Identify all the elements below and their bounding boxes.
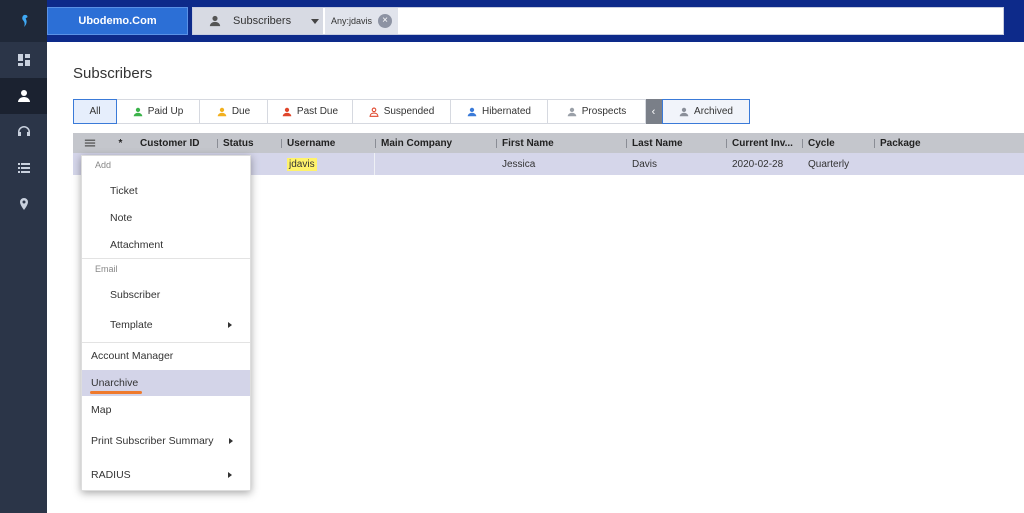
search-scope-label: Subscribers: [233, 15, 292, 27]
sidebar-item-support[interactable]: [0, 114, 47, 150]
user-icon: [217, 107, 227, 116]
column-header-first-name[interactable]: First Name: [496, 133, 626, 153]
chevron-down-icon: [311, 19, 319, 24]
app-logo[interactable]: [0, 0, 47, 42]
tab-paid-up[interactable]: Paid Up: [117, 99, 200, 124]
cell-username: jdavis: [281, 153, 375, 175]
tab-label: Due: [231, 106, 251, 117]
cell-last-name: Davis: [632, 158, 658, 170]
logo-icon: [21, 14, 27, 27]
menu-divider: [82, 258, 250, 259]
row-context-menu: Add Ticket Note Attachment Email Subscri…: [81, 155, 251, 491]
sidebar-item-map[interactable]: [0, 186, 47, 222]
chevron-right-icon: [229, 438, 233, 444]
cell-current-invoice: 2020-02-28: [732, 158, 784, 170]
tab-label: Past Due: [296, 106, 339, 117]
user-icon: [467, 107, 477, 116]
search-input[interactable]: [398, 8, 1003, 34]
tab-label: Paid Up: [147, 106, 184, 117]
cell-cycle: Quarterly: [808, 158, 850, 170]
search-scope-select[interactable]: Subscribers: [193, 8, 323, 34]
tab-label: Prospects: [581, 106, 627, 117]
cell-package: [874, 153, 974, 175]
sidebar-item-dashboard[interactable]: [0, 42, 47, 78]
page-title: Subscribers: [73, 65, 153, 82]
menu-item-label: Unarchive: [91, 377, 139, 389]
hamburger-icon: [84, 139, 96, 147]
tab-label: Archived: [694, 106, 733, 117]
grid-header: * Customer ID Status Username Main Compa…: [73, 133, 1024, 153]
menu-section-add: Add: [95, 160, 112, 170]
column-header-package[interactable]: Package: [874, 133, 974, 153]
left-sidebar: [0, 0, 47, 513]
column-header-customer-id[interactable]: Customer ID: [134, 133, 217, 153]
column-header-username[interactable]: Username: [281, 133, 375, 153]
column-header-status[interactable]: Status: [217, 133, 281, 153]
tab-suspended[interactable]: Suspended: [353, 99, 451, 124]
tab-label: Hibernated: [482, 106, 531, 117]
chevron-right-icon: [228, 322, 232, 328]
menu-item-label: Template: [110, 319, 153, 331]
cell-main-company: [375, 153, 496, 175]
menu-item-account-manager[interactable]: Account Manager: [82, 343, 250, 369]
search-bar: Subscribers Any:jdavis ×: [192, 7, 1004, 35]
search-filter-chip: Any:jdavis ×: [325, 8, 399, 34]
user-icon: [17, 90, 30, 102]
user-outline-icon: [369, 107, 379, 117]
status-filter-tabs: All Paid Up Due Past Due Suspended Hiber…: [73, 99, 750, 124]
column-header-current-invoice[interactable]: Current Inv...: [726, 133, 802, 153]
column-header-cycle[interactable]: Cycle: [802, 133, 874, 153]
menu-item-ticket[interactable]: Ticket: [82, 178, 250, 204]
top-bar: Ubodemo.Com Subscribers Any:jdavis ×: [47, 0, 1024, 42]
tab-all[interactable]: All: [73, 99, 117, 124]
company-button[interactable]: Ubodemo.Com: [47, 7, 188, 35]
column-header-star[interactable]: *: [107, 133, 134, 153]
tab-past-due[interactable]: Past Due: [268, 99, 353, 124]
tab-label: Suspended: [383, 106, 435, 117]
menu-item-attachment[interactable]: Attachment: [82, 232, 250, 258]
sidebar-item-lists[interactable]: [0, 150, 47, 186]
user-icon: [282, 107, 292, 116]
menu-item-radius[interactable]: RADIUS: [82, 462, 250, 488]
headset-icon: [17, 126, 30, 136]
annotation-underline: [90, 391, 142, 394]
menu-item-unarchive[interactable]: Unarchive: [82, 370, 250, 396]
menu-item-label: Print Subscriber Summary: [91, 435, 214, 447]
tab-hibernated[interactable]: Hibernated: [451, 99, 548, 124]
column-menu-button[interactable]: [73, 133, 107, 153]
chevron-right-icon: [228, 472, 232, 478]
tab-label: All: [89, 106, 101, 117]
menu-section-email: Email: [95, 264, 118, 274]
column-header-main-company[interactable]: Main Company: [375, 133, 496, 153]
user-icon: [679, 107, 689, 116]
user-icon: [209, 15, 221, 27]
menu-item-note[interactable]: Note: [82, 205, 250, 231]
menu-item-label: RADIUS: [91, 469, 131, 481]
close-icon[interactable]: ×: [378, 14, 393, 28]
user-icon: [133, 107, 142, 116]
menu-item-print-summary[interactable]: Print Subscriber Summary: [82, 428, 250, 454]
dashboard-icon: [17, 54, 30, 66]
column-header-last-name[interactable]: Last Name: [626, 133, 726, 153]
username-highlight: jdavis: [287, 157, 317, 171]
menu-item-email-subscriber[interactable]: Subscriber: [82, 282, 250, 308]
list-icon: [17, 163, 30, 173]
map-pin-icon: [19, 198, 28, 210]
sidebar-item-subscribers[interactable]: [0, 78, 47, 114]
menu-item-email-template[interactable]: Template: [82, 312, 250, 338]
search-filter-chip-label: Any:jdavis: [331, 16, 373, 26]
menu-item-map[interactable]: Map: [82, 397, 250, 423]
chevron-left-icon: ‹: [651, 105, 656, 118]
tab-archived[interactable]: Archived: [662, 99, 750, 124]
cell-first-name: Jessica: [502, 158, 536, 170]
tabs-scroll-left-button[interactable]: ‹: [646, 99, 662, 124]
user-icon: [567, 107, 577, 116]
tab-prospects[interactable]: Prospects: [548, 99, 646, 124]
tab-due[interactable]: Due: [200, 99, 268, 124]
